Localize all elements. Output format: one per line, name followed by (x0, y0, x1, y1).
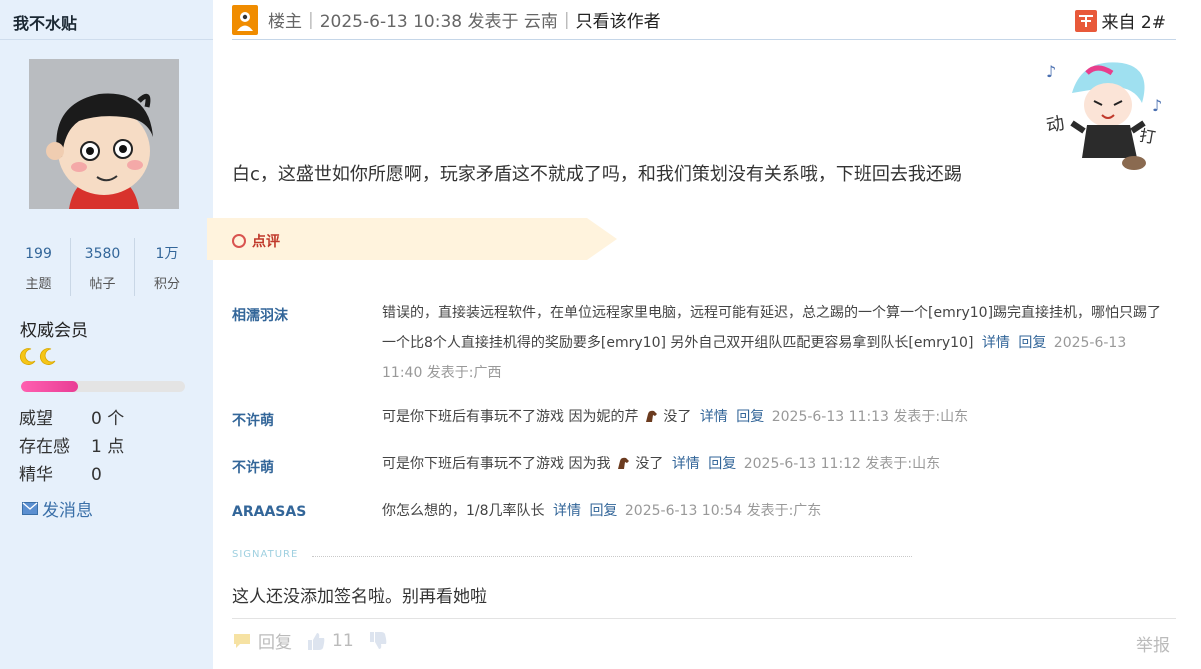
detail-link[interactable]: 详情 (672, 456, 700, 472)
separator: | (308, 9, 314, 30)
comment-text-tail: 没了 (663, 409, 692, 425)
avatar[interactable] (29, 59, 179, 209)
dislike-button[interactable] (368, 631, 388, 651)
detail-link[interactable]: 详情 (982, 335, 1010, 351)
stat-threads[interactable]: 199 主题 (7, 238, 71, 296)
comment-user[interactable]: ARAASAS (232, 504, 306, 520)
user-group[interactable]: 权威会员 (20, 316, 88, 341)
signature-label: SIGNATURE (232, 549, 299, 560)
detail-link[interactable]: 详情 (553, 503, 581, 519)
reply-link[interactable]: 回复 (736, 409, 764, 425)
svg-text:♪: ♪ (1046, 62, 1056, 81)
comment-meta: 2025-6-13 11:12 发表于:山东 (743, 456, 941, 472)
comment-body: 可是你下班后有事玩不了游戏 因为妮的芹 没了 详情 回复 2025-6-13 1… (382, 402, 1170, 432)
signature-divider: SIGNATURE (232, 549, 912, 563)
svg-text:♪: ♪ (1152, 96, 1162, 115)
username-row: 我不水贴 (0, 0, 213, 40)
comment-item: 不许萌 可是你下班后有事玩不了游戏 因为妮的芹 没了 详情 回复 2025-6-… (232, 402, 1172, 432)
moon-icon (39, 348, 56, 365)
comment-text: 你怎么想的，1/8几率队长 (382, 503, 545, 519)
only-author-link[interactable]: 只看该作者 (576, 7, 661, 32)
level-progress-fill (21, 381, 79, 392)
post-content: 白c，这盛世如你所愿啊，玩家矛盾这不就成了吗，和我们策划没有关系哦，下班回去我还… (232, 164, 962, 185)
reply-label: 回复 (258, 633, 292, 653)
comment-text: 可是你下班后有事玩不了游戏 因为我 (382, 456, 611, 472)
attr-value: 0 (91, 465, 102, 485)
horse-emoji-icon (645, 410, 657, 422)
anime-sticker: ♪ ♪ 动 打 (1044, 62, 1162, 170)
attr-essence: 精华 0 (19, 460, 102, 485)
comment-item: 相濡羽沫 错误的，直接装远程软件，在单位远程家里电脑，远程可能有延迟，总之踢的一… (232, 298, 1172, 388)
signature-text: 这人还没添加签名啦。别再看她啦 (232, 587, 487, 607)
comment-label-text: 点评 (252, 234, 280, 250)
attr-prestige: 威望 0 个 (19, 404, 124, 429)
attr-key: 精华 (19, 465, 53, 485)
top-icon (1074, 9, 1097, 32)
username[interactable]: 我不水贴 (13, 14, 77, 33)
attr-key: 存在感 (19, 437, 70, 457)
comment-text-tail: 没了 (635, 456, 664, 472)
like-count: 11 (332, 630, 354, 651)
stat-label: 主题 (25, 277, 52, 292)
comment-body: 错误的，直接装远程软件，在单位远程家里电脑，远程可能有延迟，总之踢的一个算一个[… (382, 298, 1170, 388)
post-time-location: 2025-6-13 10:38 发表于 云南 (319, 12, 558, 32)
comment-user[interactable]: 相濡羽沫 (232, 305, 288, 325)
report-link[interactable]: 举报 (1136, 631, 1170, 656)
comment-text: 可是你下班后有事玩不了游戏 因为妮的芹 (382, 409, 639, 425)
reply-button[interactable]: 回复 (232, 628, 292, 653)
floor-number: 来自 2# (1101, 13, 1166, 33)
stat-posts[interactable]: 3580 帖子 (71, 238, 135, 296)
user-sidebar: 我不水贴 199 主题 3580 帖子 1万 积分 权威会员 威望 0 个 存在… (0, 0, 213, 669)
reply-link[interactable]: 回复 (708, 456, 736, 472)
comment-section-label: 点评 (232, 231, 280, 251)
stat-value: 199 (25, 246, 52, 262)
role-label: 楼主 (268, 12, 302, 32)
horse-emoji-icon (617, 457, 629, 469)
svg-text:打: 打 (1138, 126, 1157, 147)
comment-item: ARAASAS 你怎么想的，1/8几率队长 详情 回复 2025-6-13 10… (232, 496, 1172, 526)
level-icons (19, 347, 57, 365)
thumbs-up-icon (308, 632, 325, 650)
like-button[interactable]: 11 (306, 631, 354, 651)
comment-meta: 2025-6-13 11:13 发表于:山东 (771, 409, 969, 425)
attr-presence: 存在感 1 点 (19, 432, 124, 457)
stat-points[interactable]: 1万 积分 (135, 238, 199, 296)
signature-dotted-line (312, 556, 912, 557)
stat-label: 帖子 (89, 277, 116, 292)
comment-meta: 2025-6-13 10:54 发表于:广东 (624, 503, 822, 519)
comment-item: 不许萌 可是你下班后有事玩不了游戏 因为我 没了 详情 回复 2025-6-13… (232, 449, 1172, 479)
svg-text:动: 动 (1044, 113, 1066, 137)
attr-value: 1 点 (91, 437, 125, 457)
envelope-icon (22, 502, 38, 515)
user-stats: 199 主题 3580 帖子 1万 积分 (7, 238, 207, 296)
comment-body: 你怎么想的，1/8几率队长 详情 回复 2025-6-13 10:54 发表于:… (382, 496, 1170, 526)
thread-starter-icon (232, 4, 258, 35)
attr-value: 0 个 (91, 409, 125, 429)
stat-label: 积分 (153, 277, 180, 292)
level-progress-bar (21, 381, 185, 392)
speech-bubble-icon (234, 634, 250, 648)
floor-info[interactable]: 来自 2# (1074, 8, 1166, 33)
circle-icon (232, 234, 246, 248)
post-action-bar: 回复 11 举报 (232, 618, 1176, 662)
reply-link[interactable]: 回复 (589, 503, 617, 519)
send-message-label: 发消息 (42, 501, 93, 521)
comment-body: 可是你下班后有事玩不了游戏 因为我 没了 详情 回复 2025-6-13 11:… (382, 449, 1170, 479)
send-message-link[interactable]: 发消息 (22, 496, 93, 521)
reply-link[interactable]: 回复 (1018, 335, 1046, 351)
detail-link[interactable]: 详情 (700, 409, 728, 425)
attr-key: 威望 (19, 409, 53, 429)
moon-icon (19, 348, 36, 365)
comment-user[interactable]: 不许萌 (232, 410, 274, 430)
separator: | (563, 9, 570, 30)
comment-user[interactable]: 不许萌 (232, 457, 274, 477)
stat-value: 3580 (84, 246, 121, 262)
post-header: 楼主 | 2025-6-13 10:38 发表于 云南 | 只看该作者 来自 2… (232, 0, 1176, 40)
thumbs-down-icon (369, 631, 386, 649)
stat-value: 1万 (155, 246, 179, 262)
